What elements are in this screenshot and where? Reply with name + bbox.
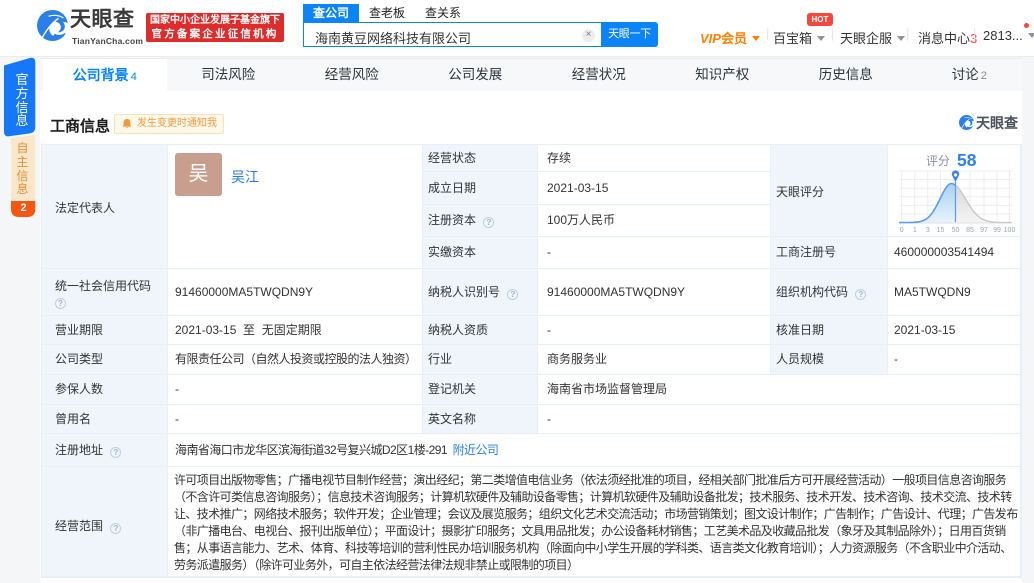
svg-text:15: 15 [937, 227, 945, 234]
svg-text:97: 97 [980, 227, 988, 234]
svg-text:100: 100 [1004, 227, 1016, 234]
svg-text:评分: 评分 [926, 154, 950, 168]
svg-text:0: 0 [900, 227, 904, 234]
svg-text:85: 85 [966, 227, 974, 234]
svg-text:3: 3 [926, 227, 930, 234]
svg-text:50: 50 [952, 227, 960, 234]
svg-text:99: 99 [993, 227, 1001, 234]
svg-text:1: 1 [913, 227, 917, 234]
svg-text:58: 58 [957, 150, 977, 170]
